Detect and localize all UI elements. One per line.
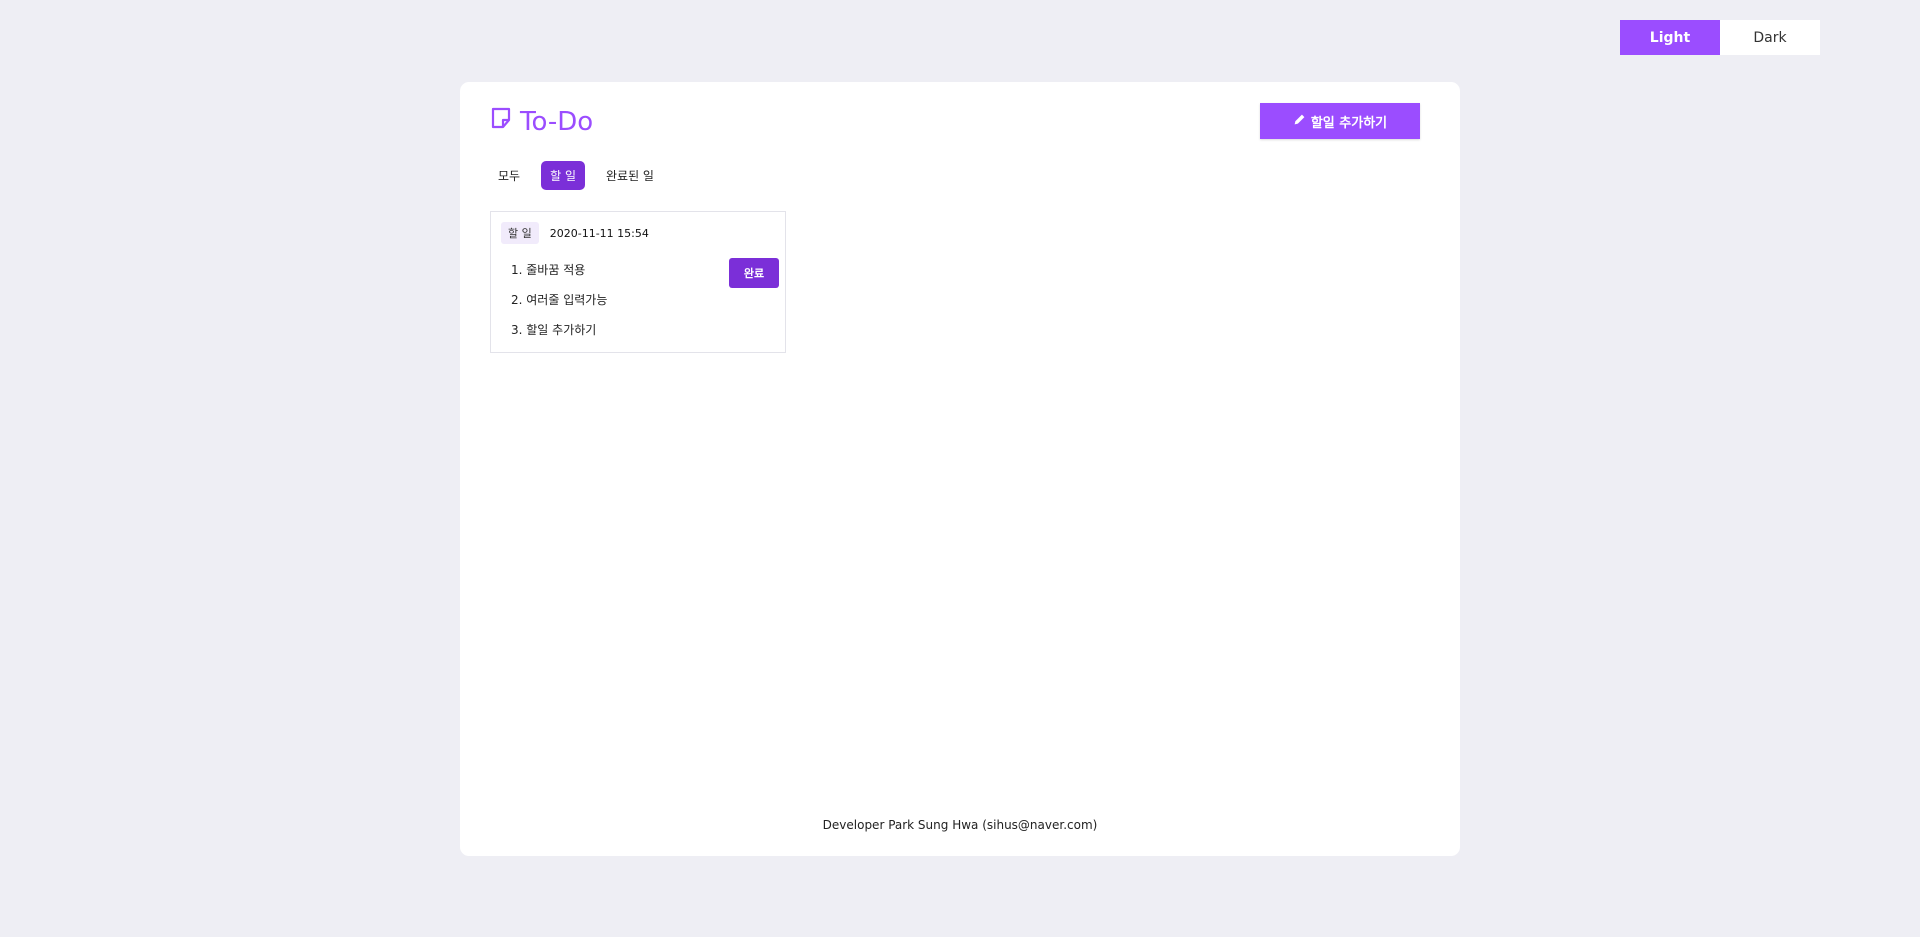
todo-date: 2020-11-11 15:54 [549,226,649,240]
todo-item-list: 1. 줄바꿈 적용 2. 여러줄 입력가능 3. 할일 추가하기 [511,262,607,352]
tab-all[interactable]: 모두 [489,161,529,190]
complete-button[interactable]: 완료 [729,258,779,288]
footer-credit: Developer Park Sung Hwa (sihus@naver.com… [822,818,1098,832]
todo-app-card: To-Do 할일 추가하기 모두 할 일 완료된 일 할 일 2020-11-1… [460,82,1460,856]
todo-item: 2. 여러줄 입력가능 [511,293,608,307]
tab-todo[interactable]: 할 일 [541,161,585,190]
app-title-text: To-Do [520,106,594,137]
app-title: To-Do [489,106,593,137]
status-badge: 할 일 [501,222,539,244]
todo-card: 할 일 2020-11-11 15:54 1. 줄바꿈 적용 2. 여러줄 입력… [490,211,786,353]
todo-card-header: 할 일 2020-11-11 15:54 [501,222,649,244]
todo-item: 3. 할일 추가하기 [511,323,597,337]
todo-item: 1. 줄바꿈 적용 [511,263,586,277]
tab-completed[interactable]: 완료된 일 [597,161,663,190]
add-todo-button[interactable]: 할일 추가하기 [1260,103,1420,139]
theme-toggle: Light Dark [1620,20,1820,55]
pencil-icon [1293,113,1311,130]
light-theme-button[interactable]: Light [1620,20,1720,55]
add-todo-label: 할일 추가하기 [1310,115,1388,131]
dark-theme-button[interactable]: Dark [1720,20,1820,55]
filter-tabs: 모두 할 일 완료된 일 [489,161,663,190]
sticky-note-icon [489,106,520,137]
